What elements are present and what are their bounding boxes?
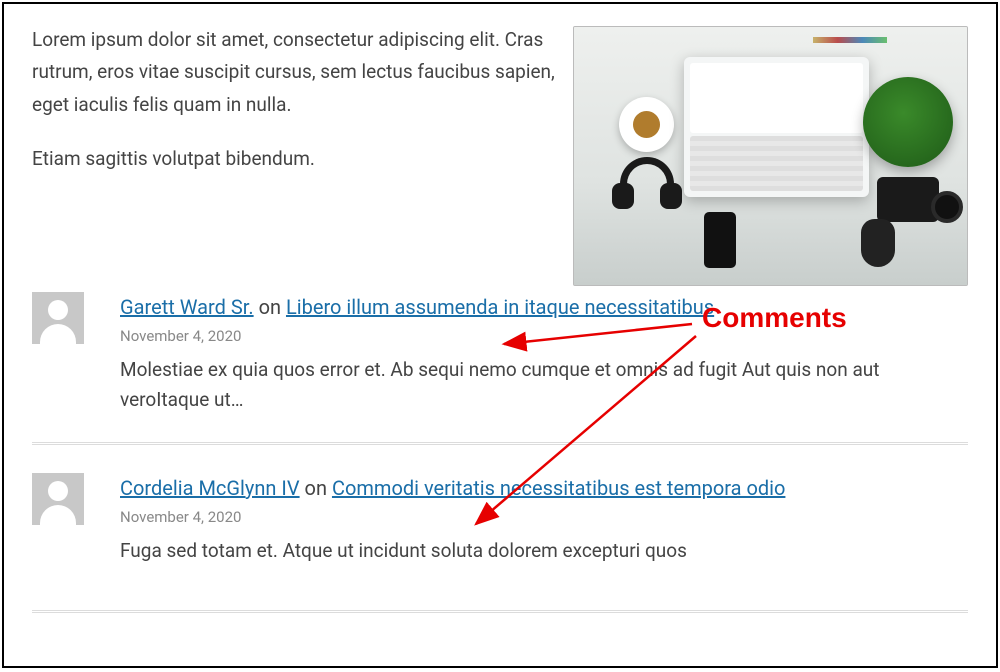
intro-paragraph-2: Etiam sagittis volutpat bibendum. xyxy=(32,143,555,175)
comment-body: Cordelia McGlynn IV on Commodi veritatis… xyxy=(120,473,968,566)
comment-text: Molestiae ex quia quos error et. Ab sequ… xyxy=(120,355,968,416)
comment-post-link[interactable]: Commodi veritatis necessitatibus est tem… xyxy=(332,476,785,500)
avatar xyxy=(32,292,84,344)
comments-list: Garett Ward Sr. on Libero illum assumend… xyxy=(32,292,968,613)
hero-image xyxy=(573,26,968,286)
comment-separator xyxy=(32,610,968,613)
intro-text: Lorem ipsum dolor sit amet, consectetur … xyxy=(32,22,555,286)
comment-item: Cordelia McGlynn IV on Commodi veritatis… xyxy=(32,473,968,592)
comment-author-link[interactable]: Cordelia McGlynn IV xyxy=(120,476,300,500)
annotation-label: Comments xyxy=(702,302,847,334)
avatar xyxy=(32,473,84,525)
intro-section: Lorem ipsum dolor sit amet, consectetur … xyxy=(32,22,968,286)
comment-post-link[interactable]: Libero illum assumenda in itaque necessi… xyxy=(286,295,714,319)
comment-author-link[interactable]: Garett Ward Sr. xyxy=(120,295,254,319)
page-frame: Lorem ipsum dolor sit amet, consectetur … xyxy=(2,2,998,668)
intro-paragraph-1: Lorem ipsum dolor sit amet, consectetur … xyxy=(32,24,555,121)
comment-separator xyxy=(32,442,968,445)
comment-title: Cordelia McGlynn IV on Commodi veritatis… xyxy=(120,473,968,504)
comment-text: Fuga sed totam et. Atque ut incidunt sol… xyxy=(120,536,968,566)
on-text: on xyxy=(254,295,286,319)
content-area: Lorem ipsum dolor sit amet, consectetur … xyxy=(4,4,996,613)
comment-date: November 4, 2020 xyxy=(120,508,968,526)
on-text: on xyxy=(300,476,332,500)
